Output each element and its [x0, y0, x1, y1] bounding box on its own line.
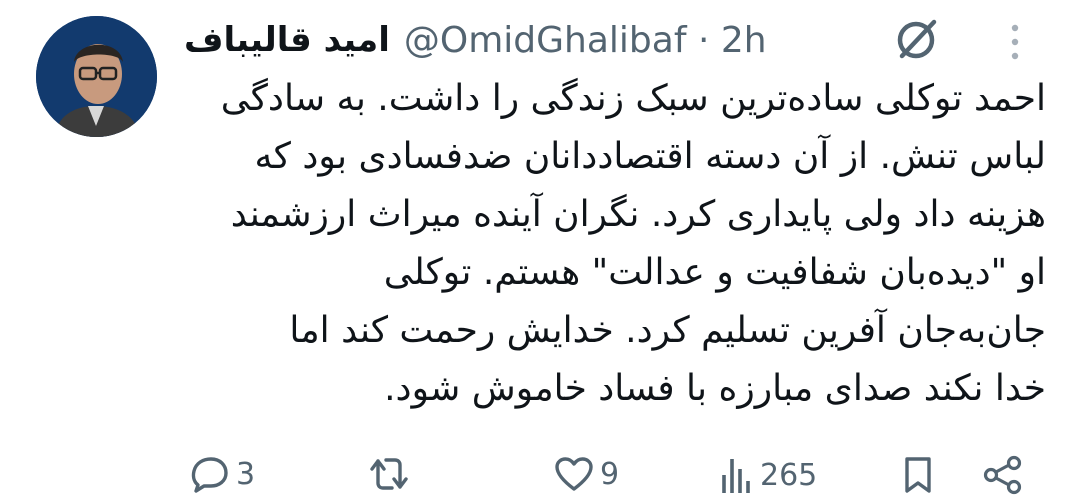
like-button[interactable]: 9 — [554, 455, 619, 493]
tweet-line: هزینه داد ولی پایداری کرد. نگران آینده م… — [230, 194, 1046, 235]
author-handle-time[interactable]: @OmidGhalibaf · 2h — [404, 20, 767, 61]
share-button[interactable] — [982, 455, 1024, 495]
views-icon — [722, 459, 750, 493]
author-name[interactable]: امید قالیباف — [184, 20, 390, 60]
reply-count: 3 — [236, 456, 256, 492]
tweet-line: لباس تنش. از آن دسته اقتصاددانان ضدفسادی… — [254, 136, 1046, 177]
tweet-line: احمد توکلی ساده‌ترین سبک زندگی را داشت. … — [220, 78, 1046, 119]
tweet-text: احمد توکلی ساده‌ترین سبک زندگی را داشت. … — [184, 70, 1046, 418]
share-icon — [983, 455, 1022, 495]
heart-icon — [555, 457, 593, 491]
retweet-icon — [370, 458, 408, 490]
more-vertical-icon[interactable] — [1004, 22, 1026, 62]
tweet-actions: 3 9 265 — [170, 455, 1050, 499]
avatar-photo — [36, 16, 157, 137]
avatar[interactable] — [36, 16, 157, 137]
tweet-line: خدا نکند صدای مبارزه با فساد خاموش شود. — [384, 368, 1046, 409]
tweet-line: جان‌به‌جان آفرین تسلیم کرد. خدایش رحمت ک… — [289, 310, 1046, 351]
like-count: 9 — [600, 456, 620, 492]
grok-icon[interactable] — [894, 16, 940, 62]
tweet-header: امید قالیباف @OmidGhalibaf · 2h — [184, 10, 1064, 70]
views-count: 265 — [760, 457, 818, 493]
retweet-button[interactable] — [366, 455, 418, 493]
reply-button[interactable]: 3 — [190, 455, 255, 493]
reply-icon — [191, 457, 228, 493]
views-button[interactable]: 265 — [718, 455, 817, 495]
bookmark-button[interactable] — [902, 455, 934, 495]
tweet-line: او "دیده‌بان شفافیت و عدالت" هستم. توکلی — [383, 252, 1046, 293]
bookmark-icon — [905, 457, 931, 493]
